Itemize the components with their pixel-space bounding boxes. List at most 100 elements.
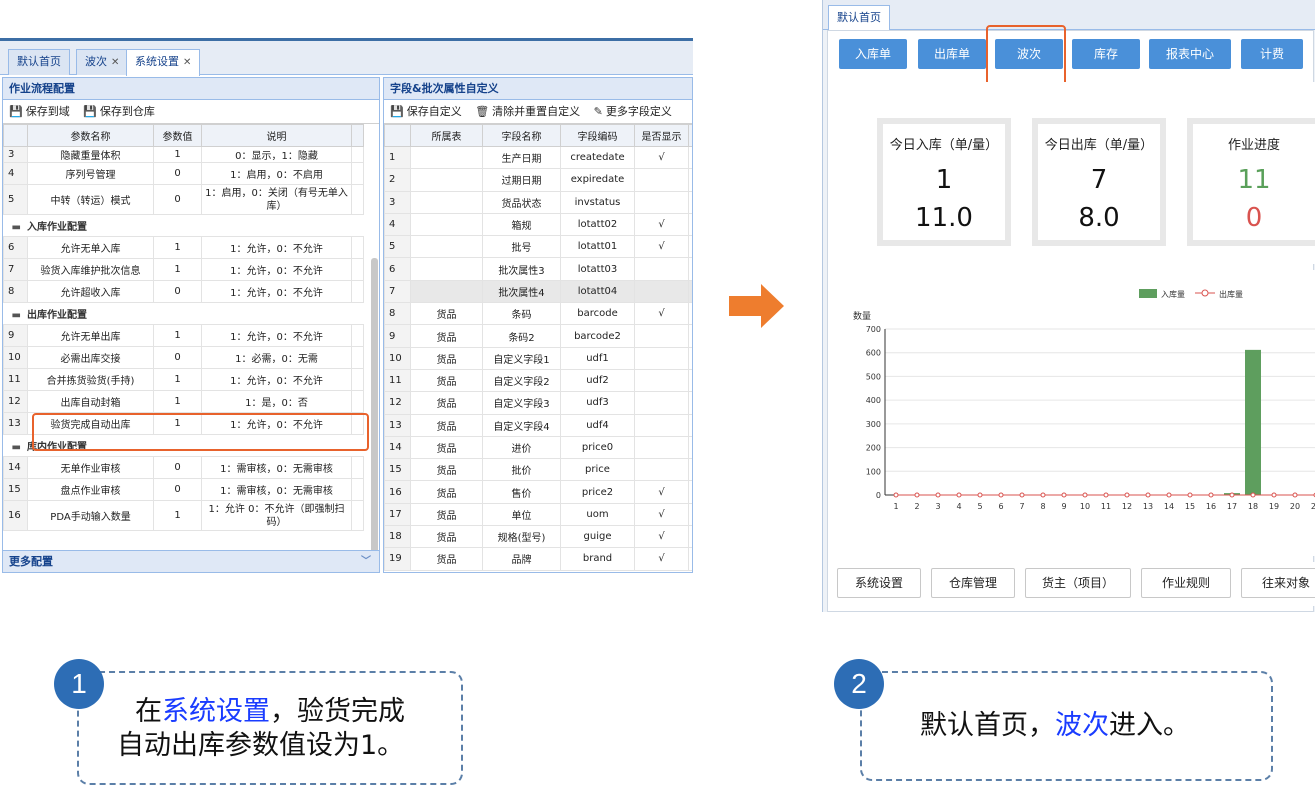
show-cell: √ <box>634 145 689 170</box>
stat-value-count: 1 <box>935 165 953 195</box>
group-row[interactable]: ▬ 出库作业配置 <box>3 302 364 325</box>
close-icon[interactable]: ✕ <box>111 57 119 68</box>
table-row[interactable]: 5 中转（转运）模式 0 1：启用，0：关闭（有号无单入库） <box>3 184 364 215</box>
table-row[interactable]: 3 隐藏重量体积 1 0：显示，1：隐藏 <box>3 146 364 163</box>
column-header-field-code[interactable]: 字段编码 <box>560 124 635 147</box>
table-cell <box>410 257 483 281</box>
nav-billing-button[interactable]: 计费 <box>1241 39 1303 69</box>
table-row[interactable]: 5 批号 lotatt01 √ <box>384 235 692 259</box>
param-value-cell[interactable]: 0 <box>153 478 202 501</box>
save-to-domain-button[interactable]: 💾 保存到域 <box>9 105 70 118</box>
table-row[interactable]: 17 货品 单位 uom √ <box>384 502 692 527</box>
field-name-cell: 规格(型号) <box>482 525 561 549</box>
collapse-icon[interactable]: ▬ <box>12 442 21 453</box>
table-row[interactable]: 7 批次属性4 lotatt04 <box>384 279 692 304</box>
table-row[interactable]: 15 盘点作业审核 0 1：需审核，0：无需审核 <box>3 478 364 501</box>
vertical-scrollbar[interactable] <box>371 258 378 558</box>
param-value-cell[interactable]: 1 <box>153 368 202 391</box>
param-value-cell[interactable]: 1 <box>153 236 202 259</box>
table-row[interactable]: 9 允许无单出库 1 1：允许，0：不允许 <box>3 324 364 347</box>
table-row[interactable]: 16 PDA手动输入数量 1 1：允许 0：不允许（即强制扫码） <box>3 500 364 531</box>
param-value-cell[interactable]: 1 <box>153 146 202 163</box>
column-header-show[interactable]: 是否显示 <box>634 124 689 147</box>
param-value-cell[interactable]: 0 <box>153 456 202 479</box>
column-header-table[interactable]: 所属表 <box>410 124 483 147</box>
clear-reset-button[interactable]: 🗑 清除并重置自定义 <box>475 105 580 118</box>
nav-report-center-button[interactable]: 报表中心 <box>1149 39 1231 69</box>
close-icon[interactable]: ✕ <box>183 57 191 68</box>
field-name-cell: 单位 <box>482 502 561 527</box>
tab-home[interactable]: 默认首页 <box>828 5 890 30</box>
param-value-cell[interactable]: 1 <box>153 258 202 281</box>
column-header-value[interactable]: 参数值 <box>153 124 202 147</box>
row-spacer <box>688 502 692 527</box>
param-value-cell[interactable]: 1 <box>153 500 202 531</box>
table-row[interactable]: 8 货品 条码 barcode √ <box>384 302 692 326</box>
table-row[interactable]: 1 生产日期 createdate √ <box>384 145 692 170</box>
table-row[interactable]: 2 过期日期 expiredate <box>384 168 692 192</box>
row-index: 11 <box>3 368 28 391</box>
param-value-cell[interactable]: 1 <box>153 324 202 347</box>
table-row[interactable]: 12 出库自动封箱 1 1：是，0：否 <box>3 390 364 413</box>
table-row[interactable]: 8 允许超收入库 0 1：允许，0：不允许 <box>3 280 364 303</box>
table-row[interactable]: 3 货品状态 invstatus <box>384 190 692 214</box>
field-code-cell: lotatt03 <box>560 257 635 281</box>
table-row[interactable]: 18 货品 规格(型号) guige √ <box>384 525 692 549</box>
nav-inventory-button[interactable]: 库存 <box>1072 39 1140 69</box>
table-row[interactable]: 12 货品 自定义字段3 udf3 <box>384 391 692 415</box>
more-config-bar[interactable]: 更多配置 ﹀ <box>3 550 379 572</box>
system-settings-button[interactable]: 系统设置 <box>837 568 921 598</box>
column-header-name[interactable]: 参数名称 <box>27 124 154 147</box>
row-spacer <box>351 478 364 501</box>
tab-bar: 默认首页 波次 ✕ 系统设置 ✕ <box>0 41 693 76</box>
table-row[interactable]: 4 序列号管理 0 1：启用，0：不启用 <box>3 162 364 185</box>
nav-outbound-order-button[interactable]: 出库单 <box>918 39 986 69</box>
column-header-spacer <box>351 124 364 147</box>
table-row[interactable]: 16 货品 售价 price2 √ <box>384 480 692 504</box>
param-value-cell[interactable]: 0 <box>153 346 202 369</box>
collapse-icon[interactable]: ▬ <box>12 310 21 321</box>
row-index: 16 <box>3 500 28 531</box>
warehouse-management-button[interactable]: 仓库管理 <box>931 568 1015 598</box>
table-row[interactable]: 15 货品 批价 price <box>384 458 692 482</box>
param-value-cell[interactable]: 1 <box>153 390 202 413</box>
save-to-warehouse-button[interactable]: 💾 保存到仓库 <box>83 105 155 118</box>
collapse-icon[interactable]: ▬ <box>12 222 21 233</box>
table-row[interactable]: 11 货品 自定义字段2 udf2 <box>384 368 692 393</box>
owner-project-button[interactable]: 货主（项目） <box>1025 568 1131 598</box>
param-value-cell[interactable]: 0 <box>153 162 202 185</box>
group-row[interactable]: ▬ 入库作业配置 <box>3 214 364 237</box>
x-tick-label: 20 <box>1290 502 1300 511</box>
operation-rules-button[interactable]: 作业规则 <box>1141 568 1231 598</box>
point-outbound <box>977 492 983 498</box>
table-row[interactable]: 10 必需出库交接 0 1：必需，0：无需 <box>3 346 364 369</box>
table-row[interactable]: 10 货品 自定义字段1 udf1 <box>384 346 692 370</box>
table-row[interactable]: 4 箱规 lotatt02 √ <box>384 212 692 237</box>
tab-wave[interactable]: 波次 ✕ <box>76 49 129 75</box>
table-row[interactable]: 6 批次属性3 lotatt03 <box>384 257 692 281</box>
param-value-cell[interactable]: 0 <box>153 280 202 303</box>
table-row[interactable]: 14 货品 进价 price0 <box>384 435 692 460</box>
chevron-double-down-icon[interactable]: ﹀ <box>361 551 371 572</box>
table-row[interactable]: 9 货品 条码2 barcode2 <box>384 324 692 348</box>
save-custom-button[interactable]: 💾 保存自定义 <box>390 105 462 118</box>
group-label: ▬ 入库作业配置 <box>3 214 364 237</box>
field-name-cell: 过期日期 <box>482 168 561 192</box>
table-row[interactable]: 7 验货入库维护批次信息 1 1：允许，0：不允许 <box>3 258 364 281</box>
tab-system-settings[interactable]: 系统设置 ✕ <box>126 49 201 76</box>
more-fields-button[interactable]: ✎ 更多字段定义 <box>594 105 672 118</box>
table-row[interactable]: 11 合并拣货验货(手持) 1 1：允许，0：不允许 <box>3 368 364 391</box>
field-name-cell: 条码2 <box>482 324 561 348</box>
column-header-desc[interactable]: 说明 <box>201 124 352 147</box>
point-outbound <box>1271 492 1277 498</box>
tab-home[interactable]: 默认首页 <box>8 49 70 75</box>
table-row[interactable]: 6 允许无单入库 1 1：允许，0：不允许 <box>3 236 364 259</box>
param-value-cell[interactable]: 0 <box>153 184 202 215</box>
column-header-spacer <box>688 124 692 147</box>
table-row[interactable]: 14 无单作业审核 0 1：需审核，0：无需审核 <box>3 456 364 479</box>
partners-button[interactable]: 往来对象 <box>1241 568 1315 598</box>
table-row[interactable]: 19 货品 品牌 brand √ <box>384 547 692 571</box>
nav-inbound-order-button[interactable]: 入库单 <box>839 39 907 69</box>
table-row[interactable]: 13 货品 自定义字段4 udf4 <box>384 413 692 437</box>
column-header-field-name[interactable]: 字段名称 <box>482 124 561 147</box>
